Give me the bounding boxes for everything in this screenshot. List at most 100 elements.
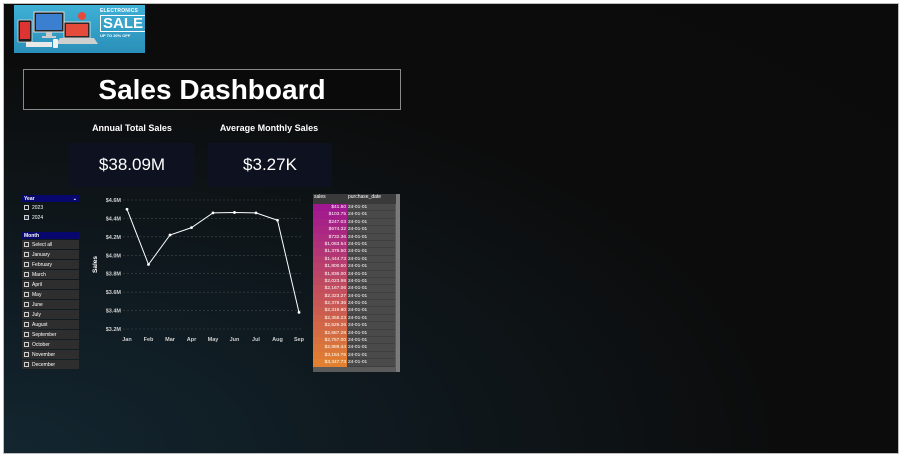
checkbox-icon[interactable] bbox=[24, 292, 29, 297]
checkbox-icon[interactable] bbox=[24, 362, 29, 367]
month-option-october[interactable]: October bbox=[22, 340, 79, 349]
table-row[interactable]: $1,444.73 24-01-01 bbox=[313, 255, 400, 264]
year-slicer: Year ⌄ 2023 2024 bbox=[22, 195, 79, 222]
table-row[interactable]: $41.50 24-01-01 bbox=[313, 204, 400, 212]
checkbox-icon[interactable] bbox=[24, 332, 29, 337]
month-option-september[interactable]: September bbox=[22, 330, 79, 339]
cell-purchase-date: 24-01-01 bbox=[347, 277, 395, 286]
month-option-november[interactable]: November bbox=[22, 350, 79, 359]
cell-sales: $2,379.36 bbox=[313, 300, 347, 308]
sales-data-point bbox=[190, 226, 193, 230]
chevron-down-icon[interactable]: ⌄ bbox=[73, 196, 77, 202]
x-tick-label: Feb bbox=[144, 337, 154, 343]
cell-purchase-date: 24-01-01 bbox=[347, 322, 395, 330]
kpi-annual-total-value: $38.09M bbox=[98, 155, 166, 174]
y-tick-label: $3.2M bbox=[106, 327, 122, 333]
year-slicer-header[interactable]: Year ⌄ bbox=[22, 195, 79, 202]
checkbox-icon[interactable] bbox=[24, 272, 29, 277]
month-option-label: September bbox=[32, 331, 57, 338]
x-tick-label: Jan bbox=[122, 337, 132, 343]
kpi-average-monthly-value: $3.27K bbox=[243, 155, 297, 174]
checkbox-icon[interactable] bbox=[24, 215, 29, 220]
checkbox-icon[interactable] bbox=[24, 252, 29, 257]
table-row[interactable]: $674.32 24-01-01 bbox=[313, 226, 400, 234]
table-row[interactable]: $2,379.36 24-01-01 bbox=[313, 300, 400, 308]
table-row[interactable]: $3,347.73 24-01-01 bbox=[313, 359, 400, 367]
month-option-june[interactable]: June bbox=[22, 300, 79, 309]
month-option-label: June bbox=[32, 301, 43, 308]
month-option-january[interactable]: January bbox=[22, 250, 79, 259]
cell-sales: $674.32 bbox=[313, 226, 347, 234]
cell-sales: $1,800.50 bbox=[313, 263, 347, 271]
month-option-label: April bbox=[32, 281, 43, 288]
month-option-february[interactable]: February bbox=[22, 260, 79, 269]
month-option-july[interactable]: July bbox=[22, 310, 79, 319]
table-row[interactable]: $2,687.28 24-01-01 bbox=[313, 329, 400, 338]
sales-series-line bbox=[126, 209, 300, 313]
table-row[interactable]: $732.36 24-01-01 bbox=[313, 233, 400, 241]
year-option-2024[interactable]: 2024 bbox=[22, 213, 79, 222]
table-row[interactable]: $2,358.23 24-01-01 bbox=[313, 314, 400, 323]
checkbox-icon[interactable] bbox=[24, 242, 29, 247]
sales-data-point bbox=[168, 233, 172, 237]
table-row[interactable]: $1,083.54 24-01-01 bbox=[313, 240, 400, 249]
cell-purchase-date: 24-01-01 bbox=[347, 204, 395, 212]
table-row[interactable]: $103.75 24-01-01 bbox=[313, 211, 400, 219]
cell-purchase-date: 24-01-01 bbox=[347, 285, 395, 293]
x-tick-label: Apr bbox=[187, 337, 197, 343]
month-option-label: October bbox=[32, 341, 50, 348]
sales-table[interactable]: sales purchase_date $41.50 24-01-01 $103.7… bbox=[313, 194, 400, 372]
month-option-label: August bbox=[32, 321, 48, 328]
table-row[interactable]: $247.03 24-01-01 bbox=[313, 218, 400, 227]
table-header: sales purchase_date bbox=[313, 194, 400, 204]
checkbox-icon[interactable] bbox=[24, 352, 29, 357]
x-tick-label: Mar bbox=[165, 337, 176, 343]
sales-data-point bbox=[276, 218, 279, 222]
electronics-sale-banner: ELECTRONICS SALE UP TO 20% OFF bbox=[14, 5, 145, 53]
table-row[interactable]: $2,526.26 24-01-01 bbox=[313, 322, 400, 330]
table-row[interactable]: $2,023.98 24-01-01 bbox=[313, 277, 400, 286]
month-option-april[interactable]: April bbox=[22, 280, 79, 289]
cell-sales: $2,358.23 bbox=[313, 314, 347, 323]
table-row[interactable]: $1,378.50 24-01-01 bbox=[313, 248, 400, 256]
cell-purchase-date: 24-01-01 bbox=[347, 359, 395, 367]
month-option-label: March bbox=[32, 271, 46, 278]
column-header-sales[interactable]: sales bbox=[313, 194, 347, 204]
month-option-march[interactable]: March bbox=[22, 270, 79, 279]
checkbox-icon[interactable] bbox=[24, 312, 29, 317]
table-row[interactable]: $2,323.27 24-01-01 bbox=[313, 292, 400, 301]
month-option-select-all[interactable]: Select all bbox=[22, 240, 79, 249]
sales-data-point bbox=[233, 211, 236, 214]
year-option-2023[interactable]: 2023 bbox=[22, 203, 79, 212]
table-row[interactable]: $3,184.76 24-01-01 bbox=[313, 351, 400, 360]
x-tick-label: Jul bbox=[252, 337, 260, 343]
sales-data-point bbox=[125, 207, 129, 211]
cell-purchase-date: 24-01-01 bbox=[347, 351, 395, 360]
month-option-may[interactable]: May bbox=[22, 290, 79, 299]
page-title: Sales Dashboard bbox=[98, 73, 326, 105]
month-option-august[interactable]: August bbox=[22, 320, 79, 329]
checkbox-icon[interactable] bbox=[24, 302, 29, 307]
cell-sales: $3,347.73 bbox=[313, 359, 347, 367]
table-row[interactable]: $2,167.06 24-01-01 bbox=[313, 285, 400, 293]
month-option-december[interactable]: December bbox=[22, 360, 79, 369]
cell-purchase-date: 24-01-01 bbox=[347, 329, 395, 338]
checkbox-icon[interactable] bbox=[24, 205, 29, 210]
cell-purchase-date: 24-01-01 bbox=[347, 226, 395, 234]
y-tick-label: $3.6M bbox=[106, 290, 122, 296]
table-scrollbar[interactable] bbox=[396, 194, 400, 372]
x-tick-label: Jun bbox=[230, 337, 240, 343]
table-row[interactable]: $2,319.80 24-01-01 bbox=[313, 307, 400, 315]
table-row[interactable]: $2,889.44 24-01-01 bbox=[313, 344, 400, 352]
table-row[interactable]: $1,800.50 24-01-01 bbox=[313, 263, 400, 271]
table-row[interactable]: $1,836.00 24-01-01 bbox=[313, 270, 400, 278]
cell-sales: $1,836.00 bbox=[313, 270, 347, 278]
month-slicer-title: Month bbox=[24, 232, 39, 239]
dashboard-canvas: ELECTRONICS SALE UP TO 20% OFF Sales Das… bbox=[3, 3, 899, 454]
checkbox-icon[interactable] bbox=[24, 282, 29, 287]
checkbox-icon[interactable] bbox=[24, 342, 29, 347]
checkbox-icon[interactable] bbox=[24, 262, 29, 267]
column-header-purchase-date[interactable]: purchase_date bbox=[347, 194, 395, 204]
checkbox-icon[interactable] bbox=[24, 322, 29, 327]
table-row[interactable]: $2,757.00 24-01-01 bbox=[313, 337, 400, 345]
